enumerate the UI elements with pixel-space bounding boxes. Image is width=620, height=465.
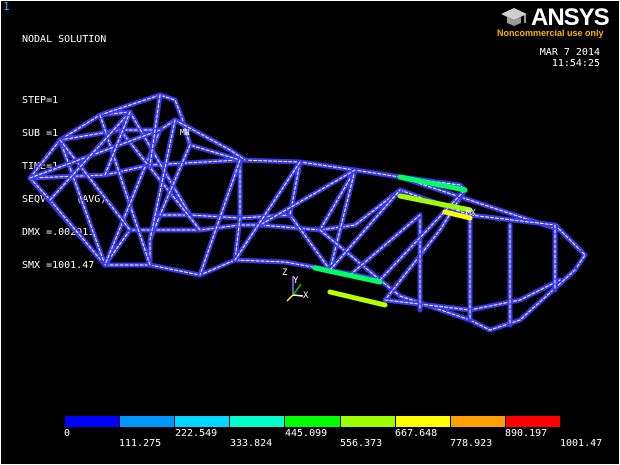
legend-swatch <box>284 415 341 428</box>
legend-swatch <box>394 415 451 428</box>
legend-swatch <box>119 415 176 428</box>
legend-tick-label: 1001.47 <box>560 438 603 449</box>
contour-legend <box>64 415 561 429</box>
max-marker: MX <box>466 208 476 217</box>
triad-y-label: Y <box>293 276 299 286</box>
legend-swatch <box>339 415 396 428</box>
legend-swatch <box>449 415 506 428</box>
legend-tick-label: 0 <box>64 428 71 439</box>
legend-tick-label: 111.275 <box>119 438 162 449</box>
coordinate-triad: Z Y X <box>282 268 309 302</box>
legend-swatch <box>229 415 286 428</box>
frame-tube <box>397 267 578 333</box>
legend-swatch <box>174 415 231 428</box>
frame-model: Z Y X MN MX <box>27 92 588 333</box>
legend-tick-label: 222.549 <box>175 428 218 439</box>
min-marker: MN <box>180 128 190 137</box>
legend-tick-label: 333.824 <box>230 438 273 449</box>
legend-tick-label: 890.197 <box>505 428 548 439</box>
legend-tick-label: 667.648 <box>395 428 438 439</box>
stressed-tube <box>327 289 388 308</box>
triad-z-label: Z <box>282 268 288 278</box>
frame-tube <box>399 269 576 331</box>
legend-tick-label: 556.373 <box>340 438 383 449</box>
legend-swatch <box>504 415 561 428</box>
legend-tick-label: 445.099 <box>285 428 328 439</box>
triad-x-label: X <box>303 291 309 301</box>
graphics-viewport[interactable]: 1 NODAL SOLUTION STEP=1 SUB =1 TIME=1 SE… <box>0 0 620 465</box>
legend-swatch <box>64 415 121 428</box>
legend-tick-label: 778.923 <box>450 438 493 449</box>
